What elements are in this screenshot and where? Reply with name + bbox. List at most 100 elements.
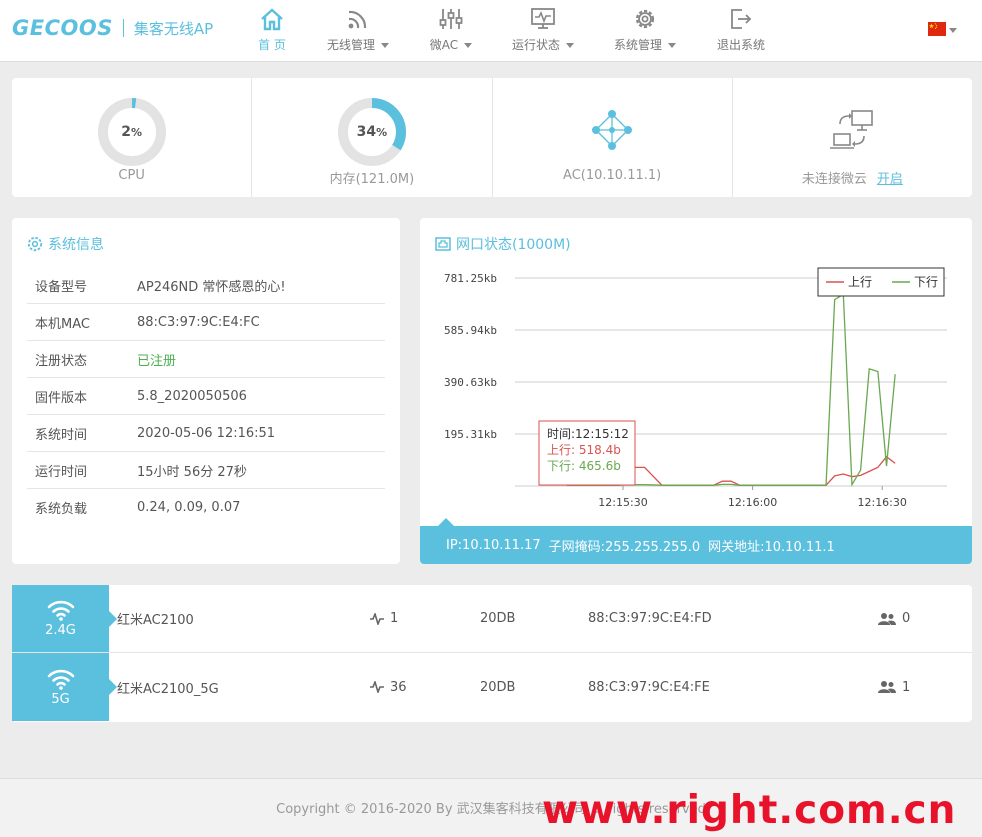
nav-logout[interactable]: 退出系统 <box>712 0 770 62</box>
tooltip-upload: 上行: 518.4b <box>547 443 621 457</box>
logo-wordmark: GECOOS <box>12 16 113 40</box>
x-tick-label: 12:16:30 <box>857 496 906 509</box>
y-tick-label: 781.25kb <box>444 272 497 285</box>
tx-power: 20DB <box>480 679 516 695</box>
info-key: 系统时间 <box>35 427 88 443</box>
client-count: 1 <box>902 679 911 695</box>
ssid: 红米AC2100 <box>117 613 194 628</box>
chart-tooltip: 时间:12:15:12 上行: 518.4b 下行: 465.6b <box>538 420 636 486</box>
x-tick-label: 12:15:30 <box>598 496 647 509</box>
chart-legend: 上行 下行 <box>817 267 945 297</box>
client-count: 0 <box>902 611 911 626</box>
monitor-icon <box>530 6 556 32</box>
language-chevron-down-icon[interactable] <box>949 28 957 33</box>
nav-home[interactable]: 首 页 <box>252 0 292 62</box>
channel-cell: 1 <box>370 585 398 652</box>
site-watermark: www.right.com.cn <box>542 788 957 833</box>
system-info-title-text: 系统信息 <box>48 237 104 253</box>
ip-address: IP:10.10.11.17 <box>446 537 541 553</box>
clients-cell: 1 <box>878 653 910 721</box>
info-key: 本机MAC <box>35 316 90 332</box>
enable-cloud-link[interactable]: 开启 <box>877 172 903 187</box>
network-status-title-text: 网口状态(1000M) <box>456 237 571 253</box>
info-value: 已注册 <box>137 353 177 369</box>
legend-label: 下行 <box>914 275 938 289</box>
nav-wireless[interactable]: 无线管理 <box>322 0 394 62</box>
cloud-status-text: 未连接微云 <box>801 172 867 187</box>
nav-run-status-label: 运行状态 <box>511 38 560 52</box>
tooltip-download: 下行: 465.6b <box>547 459 621 473</box>
info-key: 设备型号 <box>35 279 88 295</box>
info-key: 系统负载 <box>35 502 88 517</box>
brand-logo[interactable]: GECOOS 集客无线AP <box>12 16 213 40</box>
info-row: 运行时间 15小时 56分 27秒 <box>27 452 385 489</box>
gear-icon <box>632 6 658 32</box>
sliders-icon <box>438 6 464 32</box>
logout-icon <box>728 6 754 32</box>
ethernet-port-icon <box>435 237 451 251</box>
chevron-down-icon <box>464 43 473 48</box>
nav-system[interactable]: 系统管理 <box>608 0 682 62</box>
nav-run-status[interactable]: 运行状态 <box>506 0 580 62</box>
info-value: 88:C3:97:9C:E4:FC <box>137 314 260 330</box>
cpu-stat: 2% CPU <box>12 78 253 197</box>
nav-micro-ac-label: 微AC <box>429 38 459 52</box>
info-value: 15小时 56分 27秒 <box>137 464 247 480</box>
system-info-table: 设备型号 AP246ND 常怀感恩的心! 本机MAC 88:C3:97:9C:E4:F… <box>27 267 385 526</box>
traffic-line-chart[interactable]: 195.31kb 390.63kb 585.94kb 781.25kb 12:15:30… <box>420 258 972 523</box>
home-icon <box>259 6 285 32</box>
tooltip-time: 时间:12:15:12 <box>547 427 629 441</box>
info-value: 2020-05-06 12:16:51 <box>137 425 276 441</box>
memory-value: 34% <box>356 124 388 140</box>
stats-card: 2% CPU 34% 内存(121.0M) AC(10.10.11.1) 未连接… <box>12 78 972 197</box>
users-icon <box>878 681 896 693</box>
radio-row[interactable]: 2.4G 红米AC2100 1 20DB 88:C3:97:9C:E4:FD 0 <box>12 585 972 653</box>
info-row: 本机MAC 88:C3:97:9C:E4:FC <box>27 304 385 341</box>
gateway-address: 网关地址:10.10.11.1 <box>708 539 835 555</box>
pulse-icon <box>370 612 384 625</box>
china-flag-icon[interactable] <box>928 22 946 36</box>
nav-logout-label: 退出系统 <box>716 38 765 52</box>
chevron-down-icon <box>566 43 574 48</box>
remote-connection-icon <box>830 110 874 149</box>
nav-system-label: 系统管理 <box>613 38 662 52</box>
info-key: 注册状态 <box>35 353 88 369</box>
radio-mac: 88:C3:97:9C:E4:FE <box>588 679 710 695</box>
cpu-label: CPU <box>118 168 145 183</box>
ac-label: AC(10.10.11.1) <box>563 168 662 183</box>
system-info-title: 系统信息 <box>27 234 104 254</box>
top-navigation-bar: GECOOS 集客无线AP 首 页 无线管理 微AC 运行状态 系统管理 退出系… <box>0 0 982 62</box>
radio-row[interactable]: 5G 红米AC2100_5G 36 20DB 88:C3:97:9C:E4:FE 1 <box>12 653 972 721</box>
radio-mac: 88:C3:97:9C:E4:FD <box>588 611 712 626</box>
wireless-radio-list: 2.4G 红米AC2100 1 20DB 88:C3:97:9C:E4:FD 0 5G 红米A… <box>12 585 972 722</box>
system-info-panel: 系统信息 设备型号 AP246ND 常怀感恩的心! 本机MAC 88:C3:97:9C… <box>12 218 400 564</box>
network-status-panel: 网口状态(1000M) 195.31kb 390.63kb 585.94kb 781.… <box>420 218 972 564</box>
network-address-bar: IP:10.10.11.17 子网掩码:255.255.255.0 网关地址:1… <box>420 518 972 564</box>
network-topology-icon <box>592 110 633 150</box>
nav-wireless-label: 无线管理 <box>326 38 375 52</box>
channel-value: 36 <box>390 679 407 695</box>
x-tick-label: 12:16:00 <box>728 496 777 509</box>
tx-power: 20DB <box>480 611 516 626</box>
info-value: AP246ND 常怀感恩的心! <box>137 279 286 295</box>
network-status-title: 网口状态(1000M) <box>435 234 571 254</box>
cpu-value: 2% <box>121 124 143 140</box>
nav-micro-ac[interactable]: 微AC <box>426 0 476 62</box>
info-row: 系统负载 0.24, 0.09, 0.07 <box>27 489 385 526</box>
band-label: 5G <box>51 691 70 707</box>
logo-divider <box>122 19 124 37</box>
info-key: 运行时间 <box>35 464 88 480</box>
info-value: 0.24, 0.09, 0.07 <box>137 500 241 515</box>
channel-value: 1 <box>390 611 399 626</box>
y-tick-label: 195.31kb <box>444 428 497 441</box>
info-row: 设备型号 AP246ND 常怀感恩的心! <box>27 267 385 304</box>
info-row: 系统时间 2020-05-06 12:16:51 <box>27 415 385 452</box>
logo-subtitle: 集客无线AP <box>133 19 214 38</box>
y-tick-label: 390.63kb <box>444 376 497 389</box>
info-row: 固件版本 5.8_2020050506 <box>27 378 385 415</box>
nav-home-label: 首 页 <box>258 38 286 52</box>
subnet-mask: 子网掩码:255.255.255.0 <box>548 539 701 555</box>
wifi-signal-icon <box>345 6 371 32</box>
radio-band-badge: 5G <box>12 653 117 721</box>
memory-label: 内存(121.0M) <box>329 172 415 187</box>
